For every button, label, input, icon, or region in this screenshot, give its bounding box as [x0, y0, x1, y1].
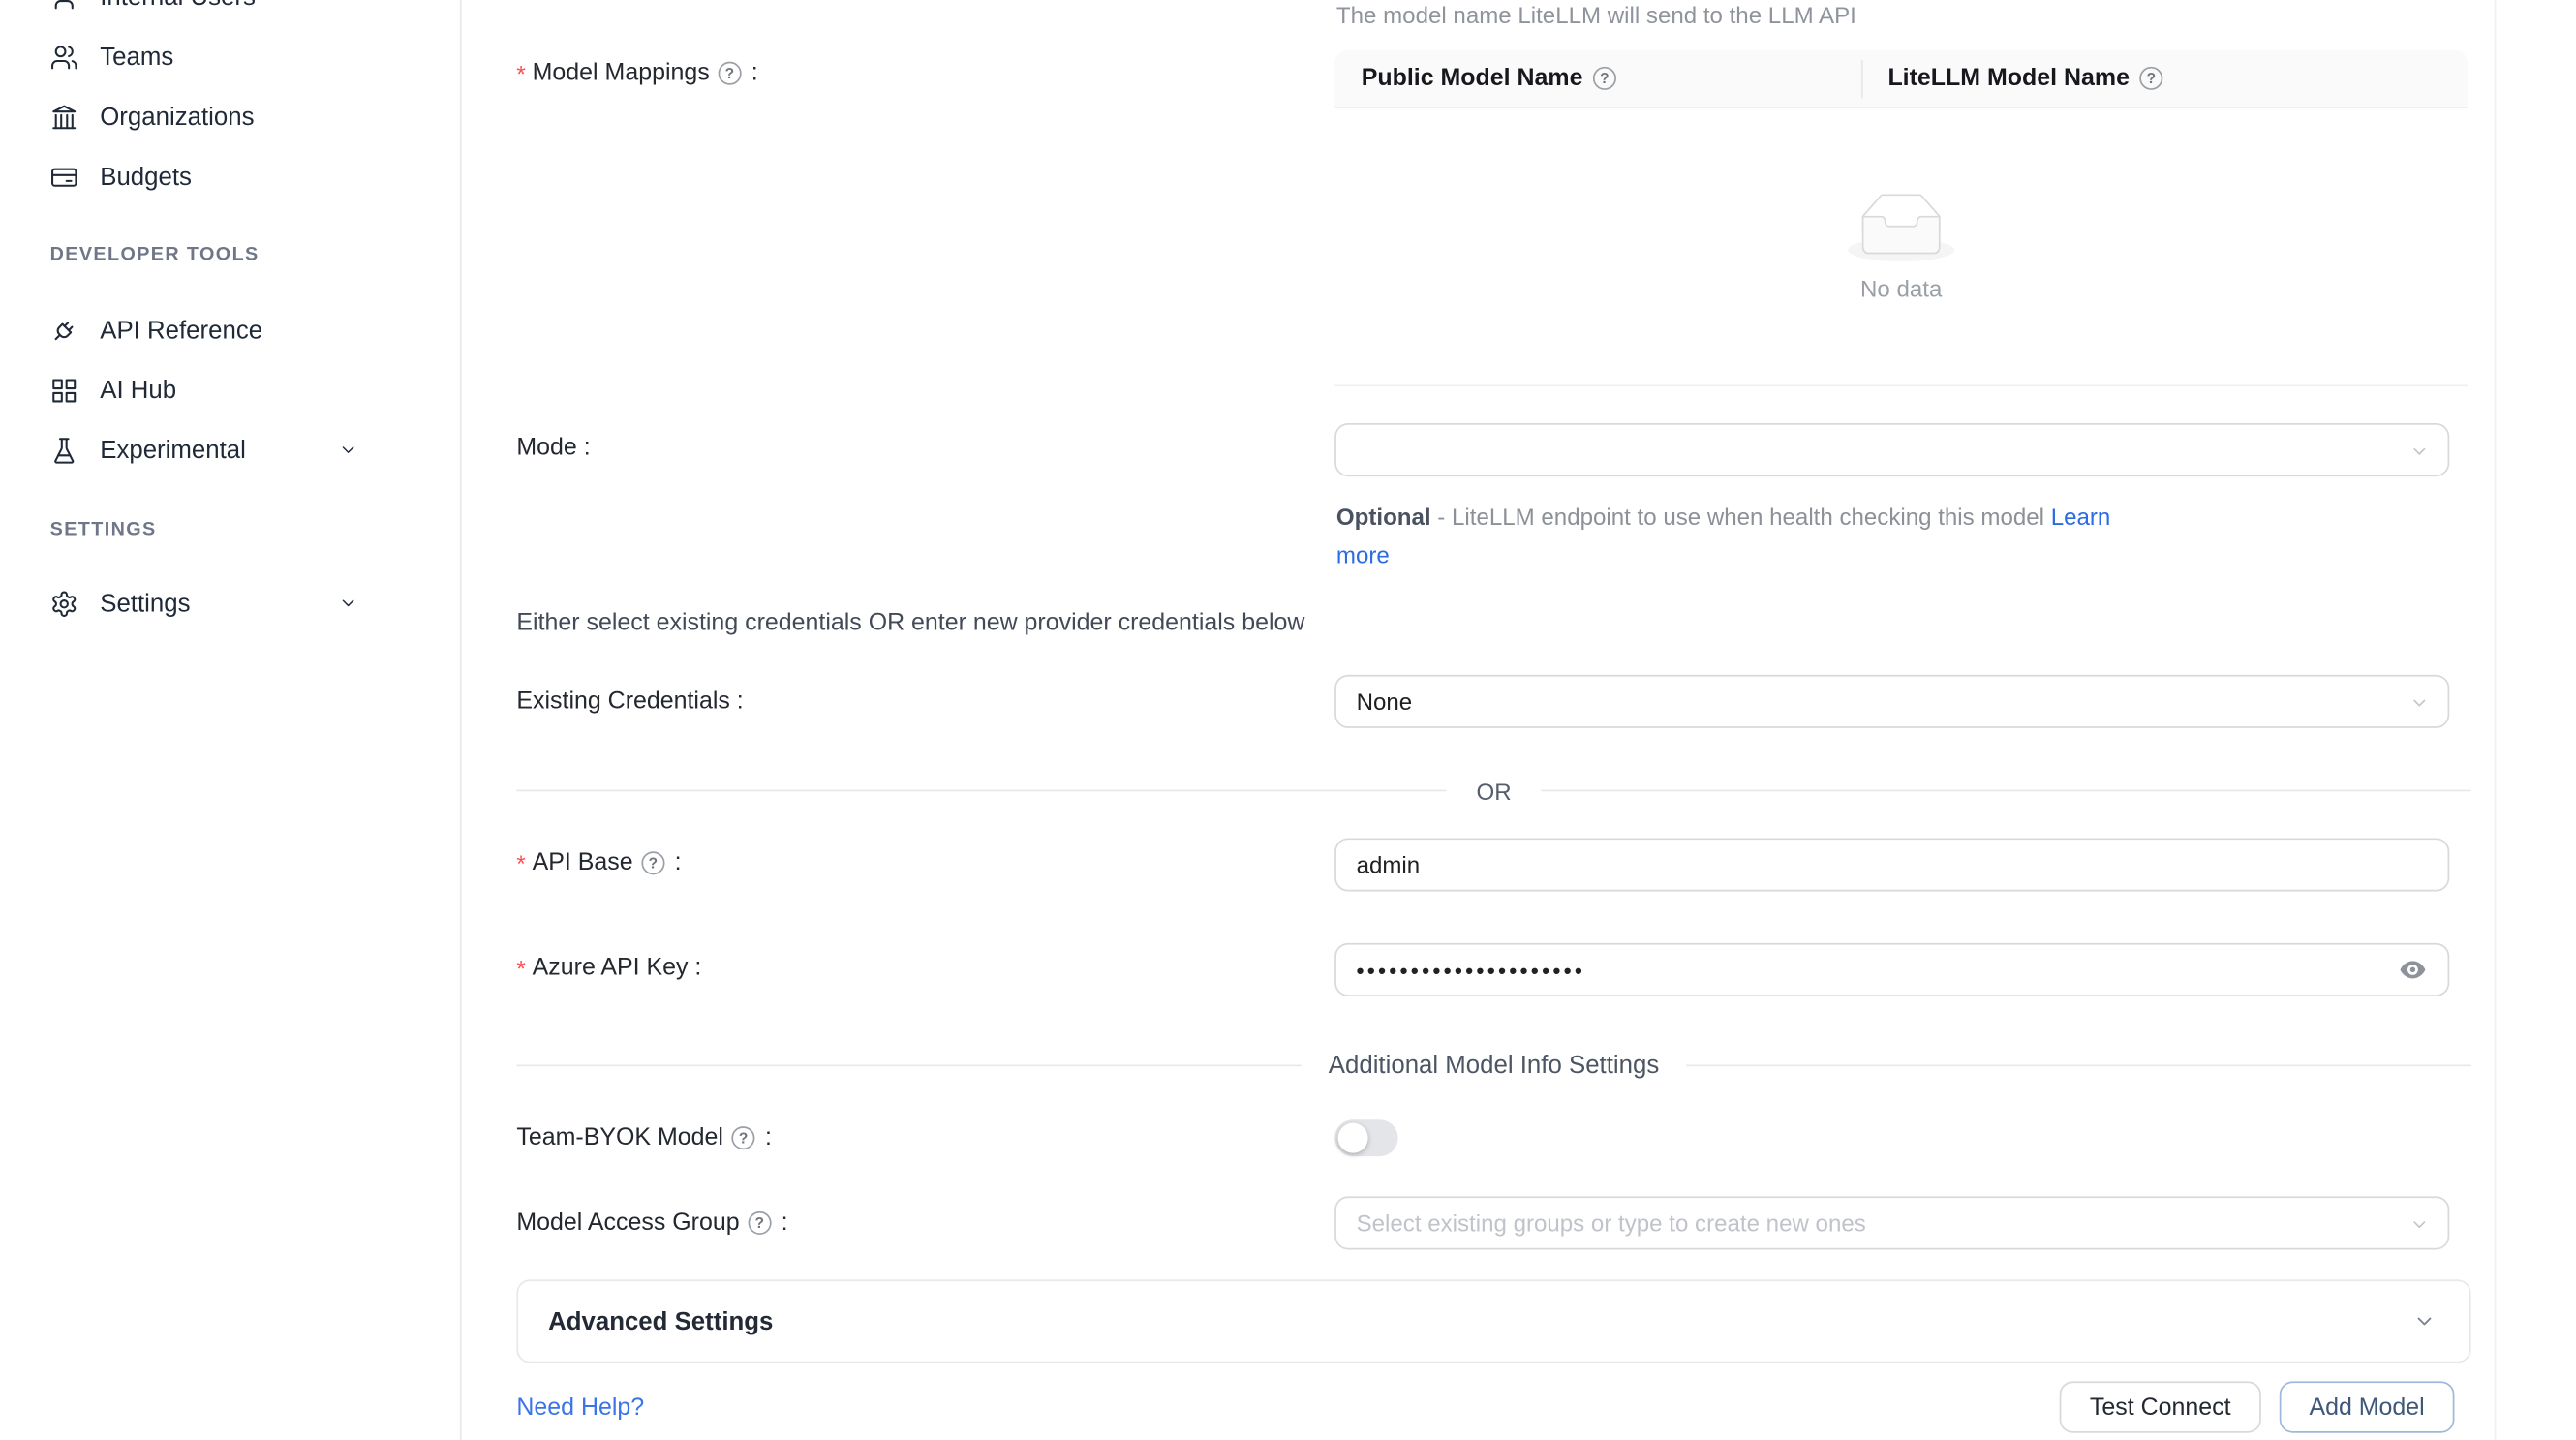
model-access-group-label: Model Access Group ? :	[516, 1210, 787, 1237]
mode-help-text: Optional - LiteLLM endpoint to use when …	[1336, 498, 2132, 574]
sidebar-section-settings: SETTINGS	[50, 520, 157, 540]
help-question-icon[interactable]: ?	[718, 62, 741, 85]
sidebar-item-settings[interactable]: Settings	[0, 580, 462, 627]
sidebar-item-organizations[interactable]: Organizations	[0, 93, 462, 139]
sidebar-item-budgets[interactable]: Budgets	[0, 153, 462, 199]
model-mappings-label: * Model Mappings ? :	[516, 60, 757, 87]
api-base-label: * API Base ? :	[516, 850, 681, 877]
team-byok-toggle[interactable]	[1334, 1119, 1397, 1156]
section-divider-text: Additional Model Info Settings	[1302, 1052, 1686, 1080]
sidebar-item-label: AI Hub	[100, 376, 176, 404]
help-question-icon[interactable]: ?	[732, 1126, 755, 1149]
sidebar-item-api-reference[interactable]: API Reference	[0, 307, 462, 353]
or-divider-text: OR	[1446, 778, 1541, 805]
team-byok-label: Team-BYOK Model ? :	[516, 1124, 771, 1151]
credit-card-icon	[50, 163, 78, 191]
empty-inbox-icon	[1848, 193, 1954, 261]
table-empty-state: No data	[1334, 108, 2468, 386]
api-base-input[interactable]	[1334, 838, 2449, 891]
or-divider: OR	[516, 777, 2470, 805]
add-model-button[interactable]: Add Model	[2280, 1381, 2455, 1432]
sidebar-item-experimental[interactable]: Experimental	[0, 426, 462, 473]
eye-icon	[2398, 955, 2428, 985]
advanced-settings-panel[interactable]: Advanced Settings	[516, 1279, 2470, 1363]
required-mark: *	[516, 850, 525, 877]
sidebar-item-ai-hub[interactable]: AI Hub	[0, 367, 462, 414]
public-model-name-help-text: The model name LiteLLM will send to the …	[1336, 2, 1856, 29]
required-mark: *	[516, 955, 525, 982]
mode-select[interactable]	[1334, 423, 2449, 476]
additional-model-info-divider: Additional Model Info Settings	[516, 1052, 2470, 1080]
model-mappings-table: Public Model Name ? LiteLLM Model Name ?…	[1334, 50, 2468, 387]
flask-icon	[50, 436, 78, 464]
chevron-down-icon	[338, 594, 358, 614]
advanced-settings-title: Advanced Settings	[548, 1307, 773, 1335]
bank-icon	[50, 103, 78, 131]
sidebar: Internal Users Teams Organizations Budge…	[0, 0, 462, 1440]
required-mark: *	[516, 60, 525, 87]
column-divider	[1861, 60, 1863, 99]
existing-credentials-select[interactable]: None	[1334, 675, 2449, 728]
user-icon	[50, 0, 78, 11]
model-access-group-select[interactable]: Select existing groups or type to create…	[1334, 1196, 2449, 1249]
grid-icon	[50, 376, 78, 404]
chevron-down-icon	[2412, 1309, 2436, 1333]
users-icon	[50, 43, 78, 71]
credentials-note: Either select existing credentials OR en…	[516, 610, 1304, 637]
app-window: Internal Users Teams Organizations Budge…	[0, 0, 2576, 1440]
column-header-litellm-model-name: LiteLLM Model Name ?	[1861, 65, 2166, 92]
sidebar-item-label: Organizations	[100, 103, 254, 131]
help-question-icon[interactable]: ?	[2139, 67, 2162, 90]
sidebar-item-label: Budgets	[100, 163, 192, 191]
need-help-link[interactable]: Need Help?	[516, 1394, 644, 1422]
sidebar-item-label: Internal Users	[100, 0, 256, 11]
help-question-icon[interactable]: ?	[1593, 67, 1616, 90]
sidebar-item-label: Experimental	[100, 436, 246, 464]
help-question-icon[interactable]: ?	[641, 851, 664, 874]
sidebar-item-teams[interactable]: Teams	[0, 33, 462, 79]
sidebar-item-label: Settings	[100, 589, 190, 617]
mode-label: Mode :	[516, 435, 590, 462]
content-right-edge	[2495, 0, 2497, 1440]
plug-icon	[50, 316, 78, 344]
test-connect-button[interactable]: Test Connect	[2060, 1381, 2261, 1432]
chevron-down-icon	[338, 440, 358, 460]
azure-api-key-label: * Azure API Key :	[516, 955, 701, 982]
help-question-icon[interactable]: ?	[748, 1211, 771, 1235]
column-header-public-model-name: Public Model Name ?	[1334, 65, 1861, 92]
table-header-row: Public Model Name ? LiteLLM Model Name ?	[1334, 50, 2468, 108]
select-placeholder: Select existing groups or type to create…	[1357, 1210, 1866, 1237]
chevron-down-icon	[2409, 442, 2430, 462]
toggle-password-visibility-button[interactable]	[2393, 950, 2433, 990]
azure-api-key-input[interactable]	[1334, 943, 2449, 996]
sidebar-section-developer-tools: DEVELOPER TOOLS	[50, 245, 260, 265]
no-data-text: No data	[1860, 274, 1942, 301]
toggle-knob	[1338, 1123, 1368, 1153]
gear-icon	[50, 589, 78, 617]
sidebar-item-internal-users[interactable]: Internal Users	[0, 0, 462, 20]
sidebar-item-label: Teams	[100, 43, 173, 71]
chevron-down-icon	[2409, 1214, 2430, 1235]
sidebar-item-label: API Reference	[100, 316, 262, 344]
chevron-down-icon	[2409, 693, 2430, 714]
existing-credentials-label: Existing Credentials :	[516, 689, 743, 716]
